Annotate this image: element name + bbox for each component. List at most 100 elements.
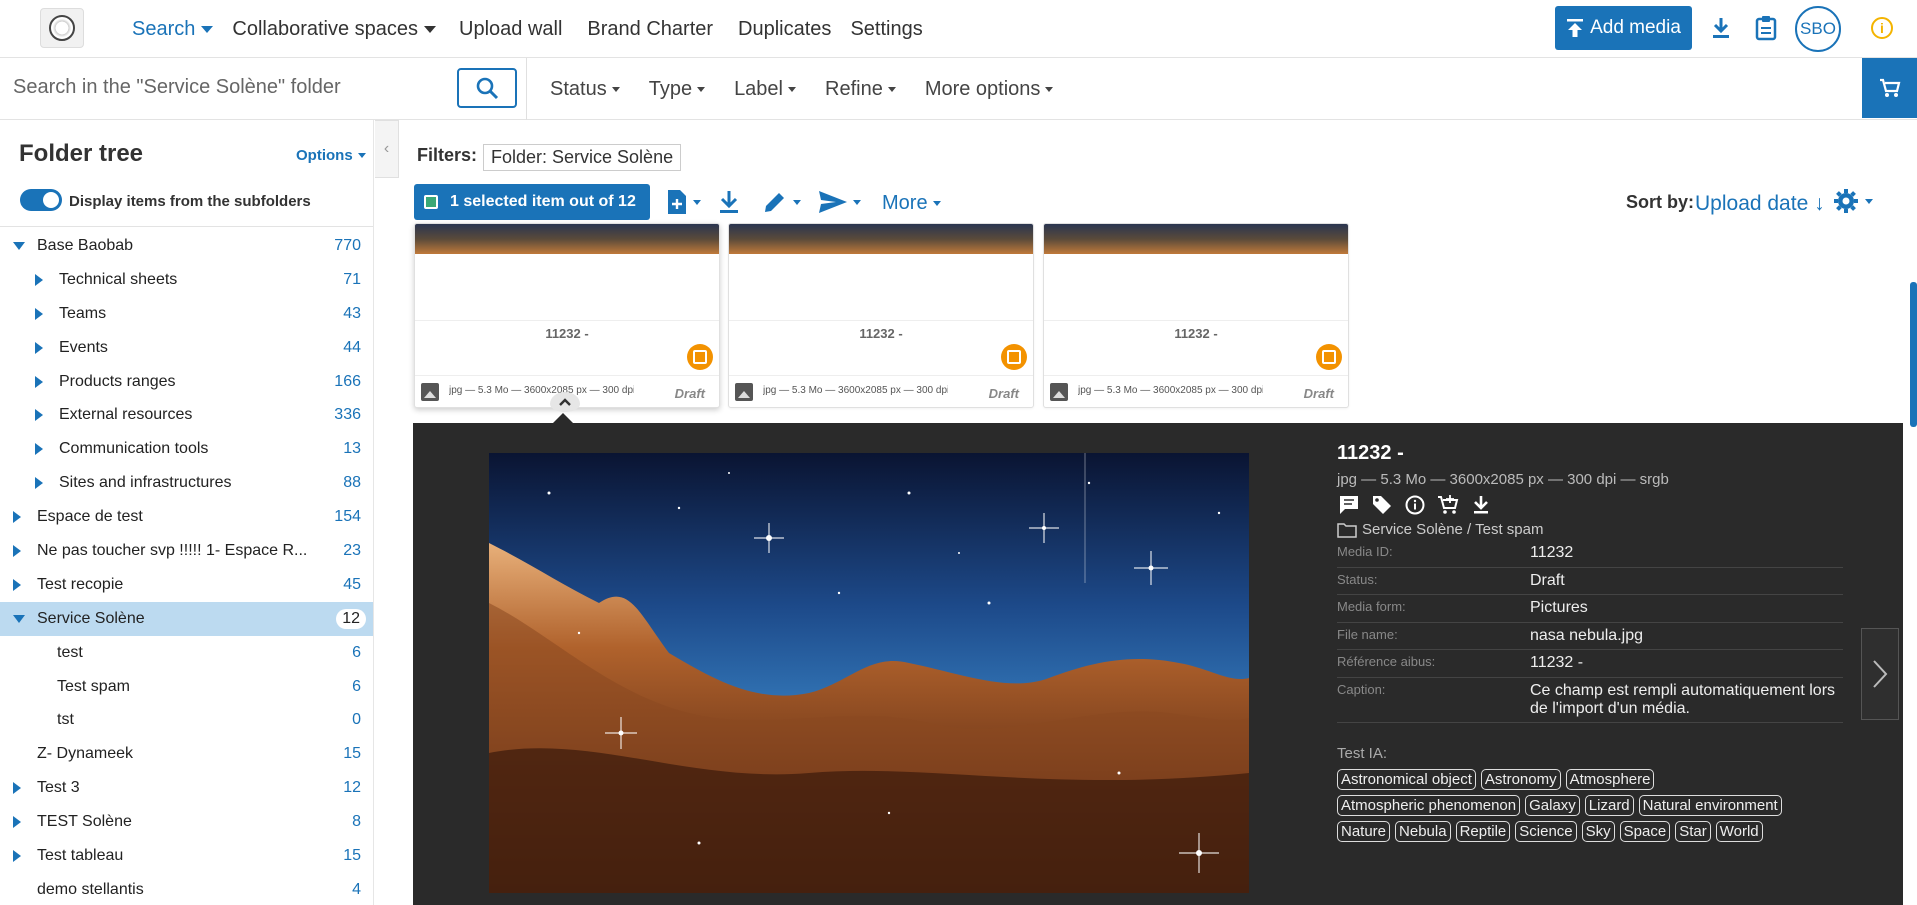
- tag-icon[interactable]: [1370, 493, 1394, 517]
- nav-upload-wall[interactable]: Upload wall: [459, 18, 562, 41]
- caret-right-icon[interactable]: [35, 443, 43, 456]
- tree-item[interactable]: Test 3 12: [0, 771, 373, 805]
- filter-chip-folder[interactable]: Folder: Service Solène: [483, 144, 682, 171]
- info-icon[interactable]: i: [1871, 17, 1893, 39]
- caret-down-icon[interactable]: [13, 241, 25, 250]
- tree-item[interactable]: Ne pas toucher svp !!!!! 1- Espace R... 2…: [0, 534, 373, 568]
- ai-tag[interactable]: Natural environment: [1638, 795, 1782, 816]
- add-document-menu[interactable]: [666, 188, 701, 216]
- filter-refine[interactable]: Refine: [825, 78, 896, 101]
- caret-right-icon[interactable]: [13, 816, 21, 829]
- caret-right-icon[interactable]: [13, 782, 21, 795]
- download-icon[interactable]: [1469, 493, 1493, 517]
- collapse-sidebar-button[interactable]: ‹: [375, 120, 399, 178]
- filter-type[interactable]: Type: [649, 78, 706, 101]
- download-selection-button[interactable]: [718, 188, 740, 216]
- tree-item[interactable]: Base Baobab 770: [0, 229, 373, 263]
- media-card[interactable]: 11232 - jpg — 5.3 Mo — 3600x2085 px — 30…: [1043, 223, 1349, 408]
- caret-right-icon[interactable]: [35, 273, 43, 286]
- company-logo[interactable]: [40, 8, 84, 48]
- filter-more-options[interactable]: More options: [925, 78, 1054, 101]
- search-button[interactable]: [457, 68, 517, 108]
- tree-item[interactable]: Test recopie 45: [0, 568, 373, 602]
- filter-status[interactable]: Status: [550, 78, 620, 101]
- media-thumbnail[interactable]: [729, 224, 1033, 254]
- tree-item[interactable]: Communication tools 13: [0, 432, 373, 466]
- ai-tag[interactable]: Sky: [1581, 821, 1615, 842]
- media-card[interactable]: 11232 - jpg — 5.3 Mo — 3600x2085 px — 30…: [414, 223, 720, 408]
- tree-item[interactable]: Test spam 6: [0, 670, 373, 704]
- caret-down-icon[interactable]: [13, 614, 25, 623]
- tree-item[interactable]: Technical sheets 71: [0, 263, 373, 297]
- tree-item-selected[interactable]: Service Solène 12: [0, 601, 373, 636]
- ai-tag[interactable]: Star: [1675, 821, 1711, 842]
- ai-tag[interactable]: Astronomy: [1480, 769, 1561, 790]
- caret-right-icon[interactable]: [13, 511, 21, 524]
- tree-item[interactable]: Products ranges 166: [0, 365, 373, 399]
- cart-button[interactable]: [1862, 58, 1917, 118]
- user-avatar[interactable]: SBO: [1795, 6, 1841, 52]
- ai-tag[interactable]: Atmospheric phenomenon: [1337, 795, 1521, 816]
- caret-right-icon[interactable]: [35, 477, 43, 490]
- search-input[interactable]: Search in the "Service Solène" folder: [13, 76, 341, 99]
- media-thumbnail[interactable]: [415, 224, 719, 254]
- add-media-button[interactable]: Add media: [1555, 6, 1692, 50]
- tree-item[interactable]: Sites and infrastructures 88: [0, 466, 373, 500]
- nav-brand-charter[interactable]: Brand Charter: [587, 18, 713, 41]
- ai-tag[interactable]: Science: [1515, 821, 1577, 842]
- caret-right-icon[interactable]: [35, 307, 43, 320]
- ai-tag[interactable]: Lizard: [1584, 795, 1634, 816]
- send-menu[interactable]: [818, 188, 861, 216]
- add-to-cart-icon[interactable]: [1436, 493, 1460, 517]
- subfolders-toggle[interactable]: [20, 189, 62, 211]
- caret-right-icon[interactable]: [35, 409, 43, 422]
- variant-badge-icon[interactable]: [1316, 344, 1342, 370]
- tree-item[interactable]: Espace de test 154: [0, 500, 373, 534]
- variant-badge-icon[interactable]: [1001, 344, 1027, 370]
- caret-right-icon[interactable]: [35, 375, 43, 388]
- caret-right-icon[interactable]: [35, 341, 43, 354]
- tree-item[interactable]: TEST Solène 8: [0, 805, 373, 839]
- tree-item[interactable]: Z- Dynameek 15: [0, 737, 373, 771]
- preview-folder-path[interactable]: Service Solène / Test spam: [1337, 521, 1543, 538]
- tree-item[interactable]: Teams 43: [0, 297, 373, 331]
- download-icon[interactable]: [1707, 14, 1735, 42]
- tree-item[interactable]: Events 44: [0, 331, 373, 365]
- folder-options-button[interactable]: Options: [296, 147, 366, 164]
- media-thumbnail[interactable]: [1044, 224, 1348, 254]
- edit-menu[interactable]: [762, 188, 801, 216]
- collapse-preview-button[interactable]: [550, 392, 580, 412]
- tree-item[interactable]: Test tableau 15: [0, 839, 373, 873]
- tree-item[interactable]: test 6: [0, 636, 373, 670]
- media-preview-image[interactable]: [489, 453, 1249, 893]
- selection-counter-button[interactable]: 1 selected item out of 12: [414, 184, 650, 220]
- next-media-button[interactable]: [1861, 628, 1899, 720]
- ai-tag[interactable]: Galaxy: [1525, 795, 1580, 816]
- tree-item[interactable]: demo stellantis 4: [0, 873, 373, 905]
- info-icon[interactable]: [1403, 493, 1427, 517]
- nav-duplicates[interactable]: Duplicates: [738, 18, 831, 41]
- ai-tag[interactable]: Space: [1619, 821, 1671, 842]
- nav-settings[interactable]: Settings: [850, 18, 922, 41]
- sort-dropdown[interactable]: Upload date ↓: [1695, 192, 1825, 216]
- caret-right-icon[interactable]: [13, 544, 21, 557]
- nav-search[interactable]: Search: [132, 18, 214, 41]
- comment-icon[interactable]: [1337, 493, 1361, 517]
- caret-right-icon[interactable]: [13, 578, 21, 591]
- ai-tag[interactable]: Astronomical object: [1337, 769, 1476, 790]
- nav-collaborative-spaces[interactable]: Collaborative spaces: [232, 18, 437, 41]
- tree-item[interactable]: External resources 336: [0, 398, 373, 432]
- caret-right-icon[interactable]: [13, 849, 21, 862]
- tree-item[interactable]: tst 0: [0, 703, 373, 737]
- ai-tag[interactable]: Nature: [1337, 821, 1391, 842]
- ai-tag[interactable]: Reptile: [1455, 821, 1511, 842]
- display-settings-button[interactable]: [1832, 187, 1873, 215]
- variant-badge-icon[interactable]: [687, 344, 713, 370]
- media-card[interactable]: 11232 - jpg — 5.3 Mo — 3600x2085 px — 30…: [728, 223, 1034, 408]
- more-actions-button[interactable]: More: [882, 192, 941, 215]
- clipboard-icon[interactable]: [1752, 14, 1780, 42]
- ai-tag[interactable]: Atmosphere: [1565, 769, 1655, 790]
- ai-tag[interactable]: World: [1715, 821, 1763, 842]
- ai-tag[interactable]: Nebula: [1395, 821, 1451, 842]
- scrollbar-thumb[interactable]: [1910, 282, 1917, 427]
